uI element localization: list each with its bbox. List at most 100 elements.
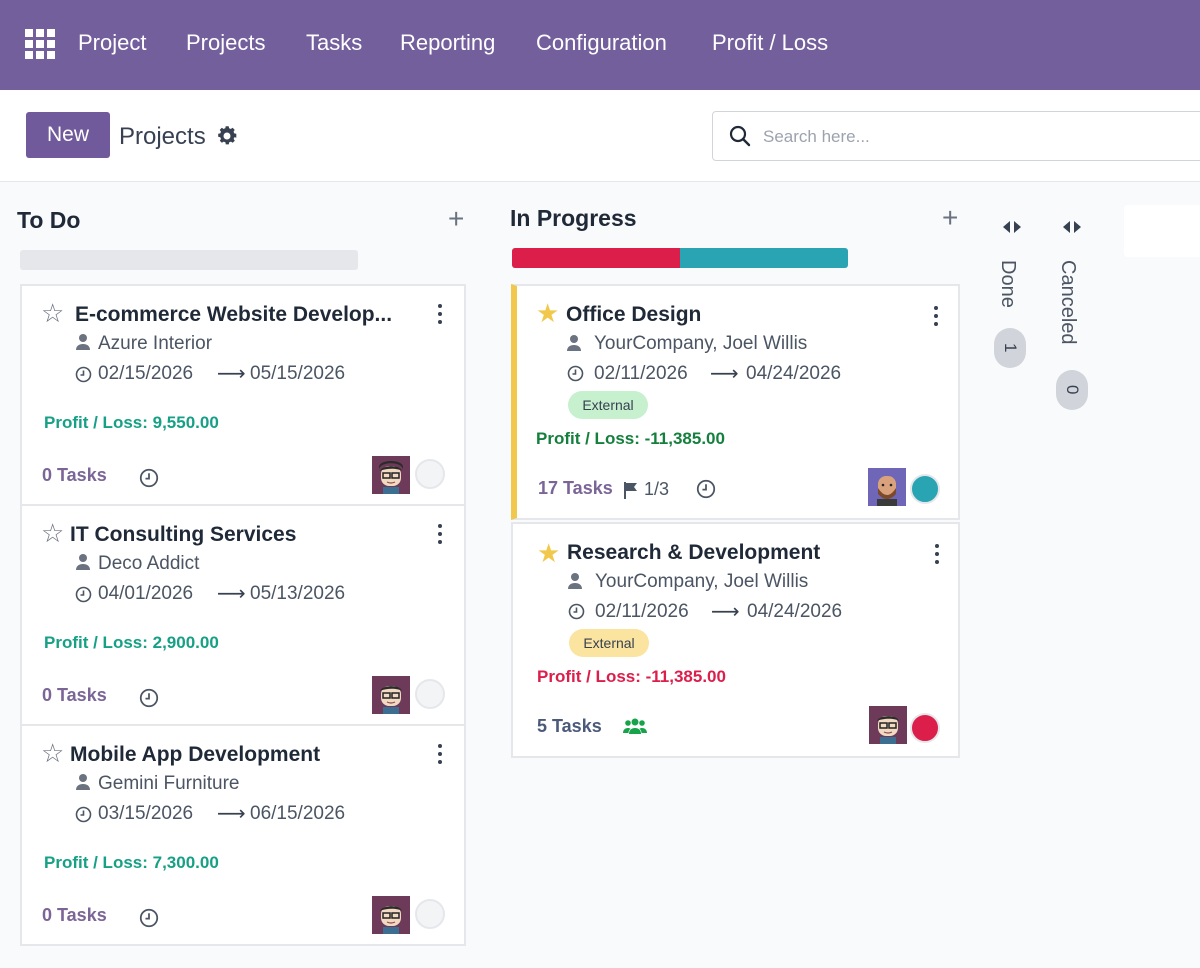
fold-arrows-icon[interactable] — [1000, 220, 1024, 234]
activity-clock-icon[interactable] — [139, 688, 159, 708]
end-date: 04/24/2026 — [746, 363, 842, 384]
activity-clock-icon[interactable] — [139, 468, 159, 488]
star-favorite-icon[interactable]: ★ — [536, 300, 559, 326]
breadcrumb: Projects — [119, 123, 206, 150]
nav-menu-projects[interactable]: Projects — [186, 30, 265, 56]
start-date: 02/15/2026 — [98, 363, 194, 384]
status-indicator[interactable] — [415, 679, 445, 709]
date-arrow-icon: ⟶ — [711, 601, 740, 623]
status-indicator[interactable] — [910, 713, 940, 743]
person-icon — [76, 334, 90, 350]
column-title-in-progress: In Progress — [510, 205, 637, 231]
profit-loss: Profit / Loss: 7,300.00 — [44, 853, 219, 872]
apps-grid-icon[interactable] — [25, 29, 55, 59]
kebab-icon[interactable] — [437, 304, 443, 324]
customer-name: Azure Interior — [98, 333, 213, 354]
activity-clock-icon[interactable] — [696, 479, 716, 499]
control-panel: New Projects — [0, 90, 1200, 182]
kebab-icon[interactable] — [437, 744, 443, 764]
end-date: 05/15/2026 — [250, 363, 346, 384]
tasks-count[interactable]: 17 Tasks — [538, 478, 613, 499]
status-indicator[interactable] — [910, 474, 940, 504]
milestones-progress: 1/3 — [644, 479, 670, 499]
kebab-icon[interactable] — [933, 306, 939, 326]
nav-menu-profit-loss[interactable]: Profit / Loss — [712, 30, 828, 56]
card-title: IT Consulting Services — [70, 523, 297, 546]
date-arrow-icon: ⟶ — [217, 583, 246, 605]
clock-icon — [568, 603, 585, 620]
kebab-icon[interactable] — [437, 524, 443, 544]
clock-icon — [75, 806, 92, 823]
avatar[interactable] — [868, 468, 906, 506]
progress-bar-todo — [20, 250, 358, 270]
search-input[interactable] — [763, 125, 1183, 149]
star-icon[interactable]: ☆ — [41, 300, 64, 326]
tasks-count[interactable]: 0 Tasks — [42, 905, 107, 926]
avatar[interactable] — [372, 896, 410, 934]
flag-icon — [624, 482, 637, 499]
start-date: 02/11/2026 — [595, 601, 689, 622]
nav-menu-tasks[interactable]: Tasks — [306, 30, 362, 56]
search-bar — [712, 111, 1200, 161]
kebab-icon[interactable] — [934, 544, 940, 564]
column-title-canceled[interactable]: Canceled — [1056, 260, 1079, 345]
avatar[interactable] — [372, 456, 410, 494]
start-date: 02/11/2026 — [594, 363, 688, 384]
gear-icon[interactable] — [215, 124, 239, 148]
profit-loss: Profit / Loss: -11,385.00 — [536, 429, 725, 448]
customer-name: Gemini Furniture — [98, 773, 240, 794]
kanban-card[interactable]: ☆ IT Consulting Services Deco Addict 04/… — [20, 504, 466, 726]
activity-clock-icon[interactable] — [139, 908, 159, 928]
avatar[interactable] — [869, 706, 907, 744]
person-icon — [567, 335, 581, 351]
tasks-count[interactable]: 5 Tasks — [537, 716, 602, 737]
nav-app-name[interactable]: Project — [78, 30, 146, 56]
profit-loss: Profit / Loss: -11,385.00 — [537, 667, 726, 686]
customer-name: YourCompany, Joel Willis — [595, 571, 809, 592]
top-navbar: Project Projects Tasks Reporting Configu… — [0, 0, 1200, 90]
kanban-card[interactable]: ★ Office Design YourCompany, Joel Willis… — [511, 284, 960, 520]
kanban-card[interactable]: ★ Research & Development YourCompany, Jo… — [511, 522, 960, 758]
end-date: 04/24/2026 — [747, 601, 843, 622]
date-arrow-icon: ⟶ — [217, 803, 246, 825]
status-indicator[interactable] — [415, 459, 445, 489]
card-title: Research & Development — [567, 541, 821, 564]
clock-icon — [567, 365, 584, 382]
person-icon — [76, 774, 90, 790]
clock-icon — [75, 366, 92, 383]
kanban-card[interactable]: ☆ Mobile App Development Gemini Furnitur… — [20, 724, 466, 946]
progress-bar-segment-red[interactable] — [512, 248, 680, 268]
fold-arrows-icon[interactable] — [1060, 220, 1084, 234]
date-arrow-icon: ⟶ — [217, 363, 246, 385]
nav-menu-configuration[interactable]: Configuration — [536, 30, 667, 56]
users-icon — [623, 718, 647, 734]
star-icon[interactable]: ☆ — [41, 740, 64, 766]
column-count-done: 1 — [994, 328, 1026, 368]
person-icon — [568, 573, 582, 589]
add-card-in-progress-plus-icon[interactable]: + — [942, 204, 958, 232]
customer-name: Deco Addict — [98, 553, 200, 574]
nav-menu-reporting[interactable]: Reporting — [400, 30, 495, 56]
start-date: 04/01/2026 — [98, 583, 194, 604]
customer-name: YourCompany, Joel Willis — [594, 333, 808, 354]
add-card-todo-plus-icon[interactable]: + — [448, 205, 464, 233]
avatar[interactable] — [372, 676, 410, 714]
progress-bar-segment-teal[interactable] — [680, 248, 848, 268]
person-icon — [76, 554, 90, 570]
end-date: 06/15/2026 — [250, 803, 346, 824]
column-title-done[interactable]: Done — [996, 260, 1019, 308]
tag-badge: External — [569, 629, 649, 657]
new-button[interactable]: New — [26, 112, 110, 158]
status-indicator[interactable] — [415, 899, 445, 929]
star-favorite-icon[interactable]: ★ — [537, 540, 560, 566]
column-count-canceled: 0 — [1056, 370, 1088, 410]
profit-loss: Profit / Loss: 2,900.00 — [44, 633, 219, 652]
star-icon[interactable]: ☆ — [41, 520, 64, 546]
tasks-count[interactable]: 0 Tasks — [42, 465, 107, 486]
kanban-card[interactable]: ☆ E-commerce Website Develop... Azure In… — [20, 284, 466, 506]
card-title: Mobile App Development — [70, 743, 321, 766]
add-column-area[interactable] — [1124, 205, 1200, 257]
column-title-todo: To Do — [17, 207, 81, 233]
tasks-count[interactable]: 0 Tasks — [42, 685, 107, 706]
card-title: Office Design — [566, 303, 702, 326]
